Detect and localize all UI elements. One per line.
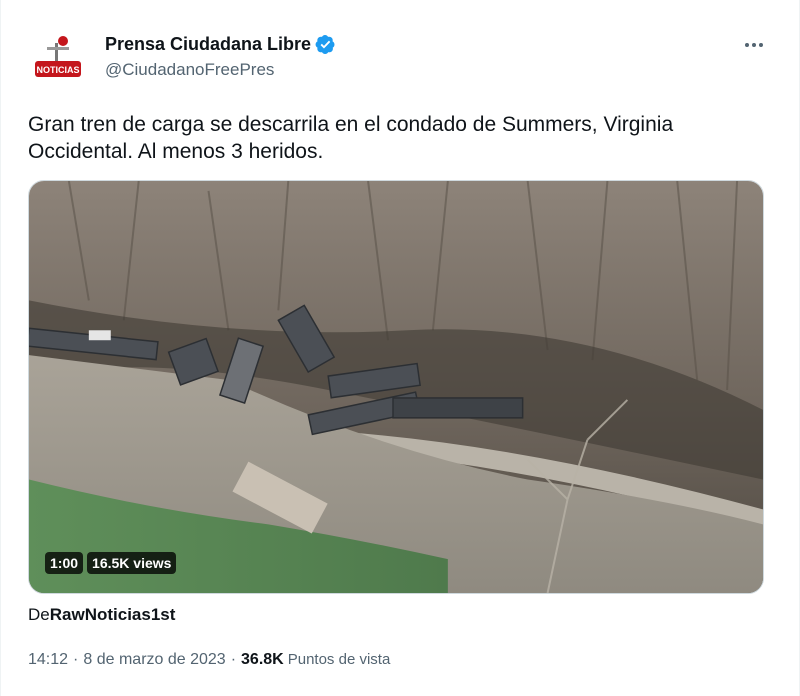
tweet-meta: 14:12 · 8 de marzo de 2023 · 36.8K Punto… — [28, 651, 390, 669]
tweet-text: Gran tren de carga se descarrila en el c… — [28, 111, 768, 165]
tweet-text-line-1: Gran tren de carga se descarrila en el c… — [28, 113, 674, 136]
media-credit[interactable]: DeRawNoticias1st — [28, 605, 175, 625]
credit-prefix: De — [28, 605, 50, 624]
verified-badge-icon — [315, 34, 335, 55]
svg-text:NOTICIAS: NOTICIAS — [36, 65, 79, 75]
tweet-date[interactable]: 8 de marzo de 2023 — [83, 651, 225, 669]
display-name[interactable]: Prensa Ciudadana Libre — [105, 34, 311, 55]
tweet-text-line-2: Occidental. Al menos 3 heridos. — [28, 140, 324, 163]
tweet-card[interactable]: NOTICIAS Prensa Ciudadana Libre @Ciudada… — [0, 0, 800, 696]
views-count[interactable]: 36.8K — [241, 651, 284, 669]
author-name-row[interactable]: Prensa Ciudadana Libre — [105, 34, 336, 55]
video-views: 16.5K views — [87, 552, 177, 574]
video-player[interactable] — [28, 180, 764, 594]
more-dots-icon[interactable] — [739, 34, 769, 56]
avatar[interactable]: NOTICIAS — [29, 31, 87, 89]
video-thumbnail — [29, 181, 763, 593]
meta-separator: · — [73, 651, 79, 668]
views-label: Puntos de vista — [287, 651, 391, 668]
meta-separator-2: · — [230, 651, 237, 668]
video-stats-overlay: 1:00 16.5K views — [45, 552, 177, 574]
handle[interactable]: @CiudadanoFreePres — [105, 60, 274, 80]
credit-source[interactable]: RawNoticias1st — [50, 605, 176, 624]
tweet-time[interactable]: 14:12 — [28, 651, 68, 669]
video-duration: 1:00 — [45, 552, 84, 574]
prensa-logo-icon: NOTICIAS — [29, 31, 87, 89]
